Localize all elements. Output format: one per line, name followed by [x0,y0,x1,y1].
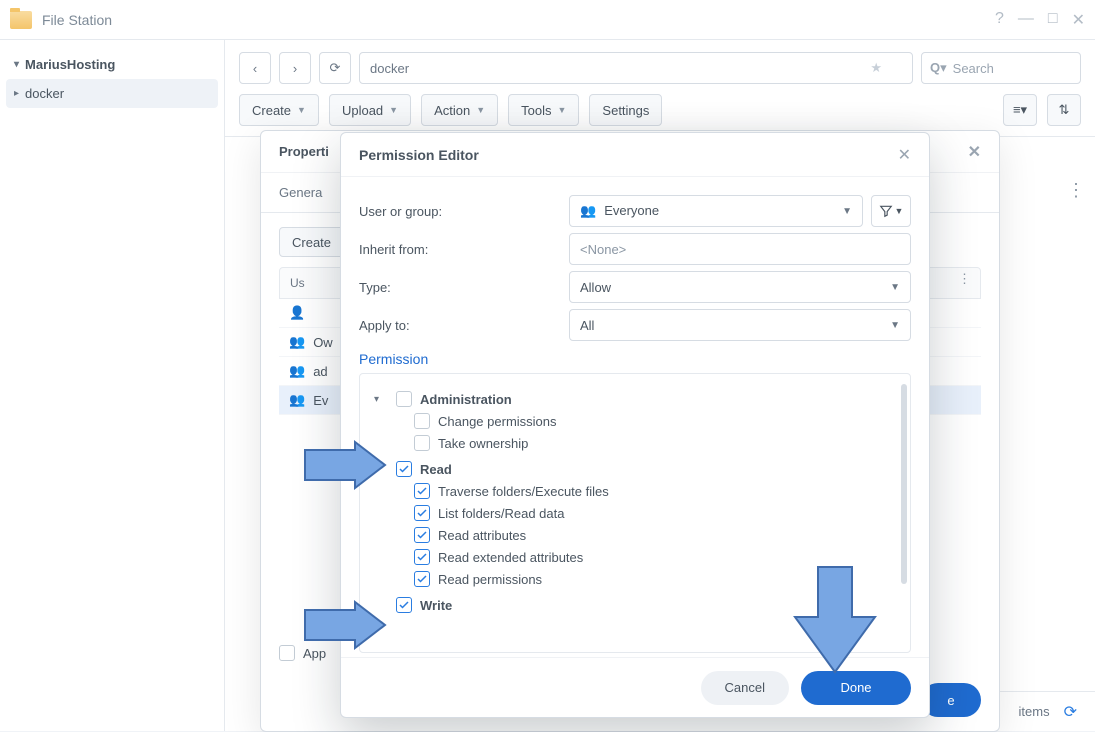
permission-editor-title: Permission Editor [359,147,479,163]
nav-toolbar: ‹ › ⟳ docker ★ Q▾ Search [225,40,1095,90]
apply-to-label: Apply to: [359,318,569,333]
caret-down-icon: ▼ [842,206,852,217]
tab-general[interactable]: Genera [261,173,340,212]
properties-title: Properti [279,144,329,159]
sort-button[interactable]: ⇅ [1047,94,1081,126]
close-icon[interactable]: ✕ [898,145,911,165]
collapse-icon[interactable]: ▾ [374,394,388,405]
user-icon: 👤 [289,305,305,321]
create-permission-button[interactable]: Create [279,227,344,257]
close-window-icon[interactable]: ✕ [1072,10,1085,30]
sidebar-item-label: docker [25,86,64,101]
window-title: File Station [42,12,995,28]
list-view-button[interactable]: ≡▾ [1003,94,1037,126]
refresh-button[interactable]: ⟳ [319,52,351,84]
scrollbar[interactable] [901,384,907,584]
perm-administration[interactable]: ▾ Administration [374,388,896,410]
group-icon: 👥 [289,392,305,408]
annotation-arrow-icon [300,440,390,490]
items-label: items [1019,704,1050,719]
checkbox-icon[interactable] [396,461,412,477]
settings-button[interactable]: Settings [589,94,662,126]
annotation-arrow-icon [790,562,880,677]
annotation-arrow-icon [300,600,390,650]
action-button[interactable]: Action▼ [421,94,498,126]
sidebar-root-label: MariusHosting [25,57,115,72]
type-select[interactable]: Allow▼ [569,271,911,303]
group-icon: 👥 [289,334,305,350]
perm-traverse-folders[interactable]: Traverse folders/Execute files [374,480,896,502]
group-icon: 👥 [289,363,305,379]
minimize-icon[interactable]: — [1018,10,1034,30]
help-icon[interactable]: ? [995,10,1004,30]
checkbox-icon[interactable] [414,527,430,543]
caret-right-icon: ▸ [14,88,19,99]
titlebar: File Station ? — □ ✕ [0,0,1095,40]
path-value: docker [370,61,409,76]
apply-to-select[interactable]: All▼ [569,309,911,341]
checkbox-icon[interactable] [414,483,430,499]
path-input[interactable]: docker ★ [359,52,913,84]
filter-button[interactable]: ▼ [871,195,911,227]
favorite-star-icon[interactable]: ★ [870,60,882,76]
perm-change-permissions[interactable]: Change permissions [374,410,896,432]
checkbox-icon[interactable] [396,391,412,407]
user-or-group-select[interactable]: 👥Everyone ▼ [569,195,863,227]
perm-take-ownership[interactable]: Take ownership [374,432,896,454]
checkbox-icon[interactable] [414,435,430,451]
search-input[interactable]: Q▾ Search [921,52,1081,84]
checkbox-icon[interactable] [414,571,430,587]
funnel-icon [879,204,893,218]
maximize-icon[interactable]: □ [1048,10,1058,30]
sidebar-root[interactable]: ▾ MariusHosting [0,50,224,79]
column-options-icon[interactable]: ⋮ [1067,180,1085,201]
perm-read-attributes[interactable]: Read attributes [374,524,896,546]
close-icon[interactable]: ✕ [968,142,981,162]
checkbox-icon[interactable] [414,505,430,521]
cancel-button[interactable]: Cancel [701,671,789,705]
user-or-group-label: User or group: [359,204,569,219]
sidebar-item-docker[interactable]: ▸ docker [6,79,218,108]
upload-button[interactable]: Upload▼ [329,94,411,126]
create-button[interactable]: Create▼ [239,94,319,126]
caret-down-icon: ▾ [14,59,19,70]
caret-down-icon: ▼ [890,320,900,331]
checkbox-icon[interactable] [414,549,430,565]
app-folder-icon [10,11,32,29]
type-label: Type: [359,280,569,295]
forward-button[interactable]: › [279,52,311,84]
caret-down-icon: ▼ [890,282,900,293]
back-button[interactable]: ‹ [239,52,271,84]
save-button[interactable]: e [921,683,981,717]
tools-button[interactable]: Tools▼ [508,94,579,126]
group-icon: 👥 [580,203,596,218]
col-user: Us [280,268,330,298]
permission-section-title: Permission [359,351,911,367]
inherit-from-field: <None> [569,233,911,265]
checkbox-icon[interactable] [396,597,412,613]
perm-list-folders[interactable]: List folders/Read data [374,502,896,524]
sidebar: ▾ MariusHosting ▸ docker [0,40,225,731]
perm-read[interactable]: Read [374,458,896,480]
refresh-icon[interactable]: ⟳ [1064,702,1077,722]
checkbox-icon [279,645,295,661]
search-placeholder: Search [953,61,994,76]
inherit-from-label: Inherit from: [359,242,569,257]
search-icon: Q▾ [930,60,947,76]
table-options-icon[interactable]: ⋮ [958,271,971,287]
checkbox-icon[interactable] [414,413,430,429]
